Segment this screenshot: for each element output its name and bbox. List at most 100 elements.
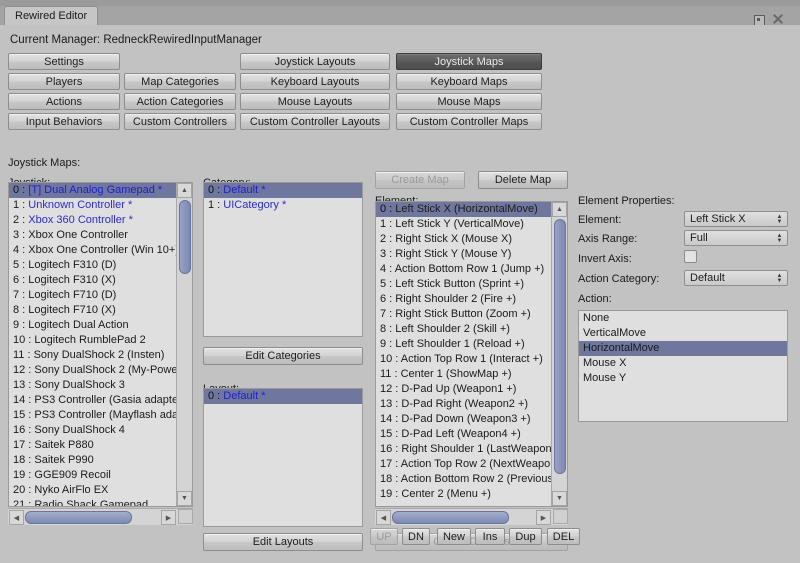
element-list-item[interactable]: 12 : D-Pad Up (Weapon1 +) [376, 382, 551, 397]
element-list-hscroll-thumb[interactable] [392, 511, 509, 524]
joystick-listbox[interactable]: 0 : [T] Dual Analog Gamepad * 1 : Unknown… [8, 182, 193, 507]
joystick-list-horizontal-scrollbar[interactable]: ◀ ▶ [8, 508, 193, 525]
invert-axis-checkbox[interactable] [684, 250, 697, 263]
move-up-button[interactable]: UP [370, 528, 398, 545]
element-list-item[interactable]: 18 : Action Bottom Row 2 (PreviousWea [376, 472, 551, 487]
insert-button[interactable]: Ins [475, 528, 505, 545]
axis-range-dropdown[interactable]: Full ▲ ▼ [684, 230, 788, 246]
toolbar-button-mouse-layouts[interactable]: Mouse Layouts [240, 93, 390, 110]
joystick-list-item[interactable]: 9 : Logitech Dual Action [9, 318, 176, 333]
joystick-list-item[interactable]: 2 : Xbox 360 Controller * [9, 213, 176, 228]
action-list-item[interactable]: Mouse X [579, 356, 787, 371]
joystick-list-item[interactable]: 21 : Radio Shack Gamepad [9, 498, 176, 506]
edit-categories-button[interactable]: Edit Categories [203, 347, 363, 365]
duplicate-button[interactable]: Dup [509, 528, 542, 545]
toolbar-button-keyboard-layouts[interactable]: Keyboard Layouts [240, 73, 390, 90]
joystick-list-scroll-thumb[interactable] [179, 200, 191, 274]
element-listbox[interactable]: 0 : Left Stick X (HorizontalMove) 1 : Lef… [375, 201, 568, 507]
delete-map-button[interactable]: Delete Map [478, 171, 568, 189]
element-list-item[interactable]: 2 : Right Stick X (Mouse X) [376, 232, 551, 247]
new-button[interactable]: New [437, 528, 471, 545]
joystick-list-item[interactable]: 3 : Xbox One Controller [9, 228, 176, 243]
toolbar-button-joystick-layouts[interactable]: Joystick Layouts [240, 53, 390, 70]
move-down-button[interactable]: DN [402, 528, 430, 545]
toolbar-button-custom-controller-maps[interactable]: Custom Controller Maps [396, 113, 542, 130]
toolbar-button-settings[interactable]: Settings [8, 53, 120, 70]
tab-rewired-editor[interactable]: Rewired Editor [4, 6, 99, 26]
element-list-item[interactable]: 1 : Left Stick Y (VerticalMove) [376, 217, 551, 232]
element-list-item[interactable]: 11 : Center 1 (ShowMap +) [376, 367, 551, 382]
action-list-item[interactable]: Mouse Y [579, 371, 787, 386]
toolbar-button-joystick-maps[interactable]: Joystick Maps [396, 53, 542, 70]
joystick-list-item[interactable]: 15 : PS3 Controller (Mayflash adapt [9, 408, 176, 423]
element-list-item[interactable]: 3 : Right Stick Y (Mouse Y) [376, 247, 551, 262]
scroll-left-arrow-icon[interactable]: ◀ [376, 510, 391, 525]
category-list-item[interactable]: 1 : UICategory * [204, 198, 362, 213]
toolbar-button-input-behaviors[interactable]: Input Behaviors [8, 113, 120, 130]
joystick-list-item[interactable]: 0 : [T] Dual Analog Gamepad * [9, 183, 176, 198]
toolbar-button-custom-controllers[interactable]: Custom Controllers [124, 113, 236, 130]
element-dropdown[interactable]: Left Stick X ▲ ▼ [684, 211, 788, 227]
toolbar-button-keyboard-maps[interactable]: Keyboard Maps [396, 73, 542, 90]
action-list-item[interactable]: VerticalMove [579, 326, 787, 341]
joystick-list-item[interactable]: 20 : Nyko AirFlo EX [9, 483, 176, 498]
action-list-item[interactable]: HorizontalMove [579, 341, 787, 356]
element-list-item[interactable]: 4 : Action Bottom Row 1 (Jump +) [376, 262, 551, 277]
joystick-list-item[interactable]: 7 : Logitech F710 (D) [9, 288, 176, 303]
scroll-left-arrow-icon[interactable]: ◀ [9, 510, 24, 525]
joystick-list-item[interactable]: 1 : Unknown Controller * [9, 198, 176, 213]
element-list-item[interactable]: 13 : D-Pad Right (Weapon2 +) [376, 397, 551, 412]
joystick-list-item[interactable]: 4 : Xbox One Controller (Win 10+) [9, 243, 176, 258]
joystick-list-item[interactable]: 12 : Sony DualShock 2 (My-Power) [9, 363, 176, 378]
joystick-list-item[interactable]: 8 : Logitech F710 (X) [9, 303, 176, 318]
create-map-button[interactable]: Create Map [375, 171, 465, 189]
element-list-item[interactable]: 16 : Right Shoulder 1 (LastWeapon +) [376, 442, 551, 457]
joystick-list-hscroll-thumb[interactable] [25, 511, 132, 524]
joystick-list-item[interactable]: 6 : Logitech F310 (X) [9, 273, 176, 288]
element-list-item[interactable]: 19 : Center 2 (Menu +) [376, 487, 551, 502]
close-icon[interactable] [772, 13, 784, 25]
category-list-item[interactable]: 0 : Default * [204, 183, 362, 198]
toolbar-button-mouse-maps[interactable]: Mouse Maps [396, 93, 542, 110]
element-list-item[interactable]: 8 : Left Shoulder 2 (Skill +) [376, 322, 551, 337]
action-listbox[interactable]: None VerticalMove HorizontalMove Mouse X Mou… [578, 310, 788, 422]
element-list-item[interactable]: 7 : Right Stick Button (Zoom +) [376, 307, 551, 322]
scroll-down-arrow-icon[interactable]: ▼ [552, 491, 567, 506]
toolbar-button-action-categories[interactable]: Action Categories [124, 93, 236, 110]
joystick-list-item[interactable]: 18 : Saitek P990 [9, 453, 176, 468]
element-list-item[interactable]: 5 : Left Stick Button (Sprint +) [376, 277, 551, 292]
element-list-item[interactable]: 17 : Action Top Row 2 (NextWeapon +) [376, 457, 551, 472]
element-list-horizontal-scrollbar[interactable]: ◀ ▶ [375, 508, 568, 525]
delete-button[interactable]: DEL [547, 528, 580, 545]
scroll-right-arrow-icon[interactable]: ▶ [536, 510, 551, 525]
toolbar-button-map-categories[interactable]: Map Categories [124, 73, 236, 90]
toolbar-button-players[interactable]: Players [8, 73, 120, 90]
joystick-list-item[interactable]: 11 : Sony DualShock 2 (Insten) [9, 348, 176, 363]
joystick-list-item[interactable]: 14 : PS3 Controller (Gasia adapter) [9, 393, 176, 408]
scroll-up-arrow-icon[interactable]: ▲ [177, 183, 192, 198]
toolbar-button-actions[interactable]: Actions [8, 93, 120, 110]
category-listbox[interactable]: 0 : Default * 1 : UICategory * [203, 182, 363, 337]
joystick-list-vertical-scrollbar[interactable]: ▲ ▼ [176, 183, 192, 506]
action-category-dropdown[interactable]: Default ▲ ▼ [684, 270, 788, 286]
element-list-item[interactable]: 9 : Left Shoulder 1 (Reload +) [376, 337, 551, 352]
edit-layouts-button[interactable]: Edit Layouts [203, 533, 363, 551]
joystick-list-item[interactable]: 19 : GGE909 Recoil [9, 468, 176, 483]
element-list-item[interactable]: 15 : D-Pad Left (Weapon4 +) [376, 427, 551, 442]
scroll-down-arrow-icon[interactable]: ▼ [177, 491, 192, 506]
layout-list-item[interactable]: 0 : Default * [204, 389, 362, 404]
layout-listbox[interactable]: 0 : Default * [203, 388, 363, 527]
action-list-item[interactable]: None [579, 311, 787, 326]
toolbar-button-custom-controller-layouts[interactable]: Custom Controller Layouts [240, 113, 390, 130]
element-list-vertical-scrollbar[interactable]: ▲ ▼ [551, 202, 567, 506]
element-list-item[interactable]: 6 : Right Shoulder 2 (Fire +) [376, 292, 551, 307]
joystick-list-item[interactable]: 13 : Sony DualShock 3 [9, 378, 176, 393]
element-list-item[interactable]: 10 : Action Top Row 1 (Interact +) [376, 352, 551, 367]
joystick-list-item[interactable]: 16 : Sony DualShock 4 [9, 423, 176, 438]
element-list-item[interactable]: 14 : D-Pad Down (Weapon3 +) [376, 412, 551, 427]
joystick-list-item[interactable]: 17 : Saitek P880 [9, 438, 176, 453]
scroll-up-arrow-icon[interactable]: ▲ [552, 202, 567, 217]
element-list-scroll-thumb[interactable] [554, 219, 566, 474]
joystick-list-item[interactable]: 5 : Logitech F310 (D) [9, 258, 176, 273]
joystick-list-item[interactable]: 10 : Logitech RumblePad 2 [9, 333, 176, 348]
